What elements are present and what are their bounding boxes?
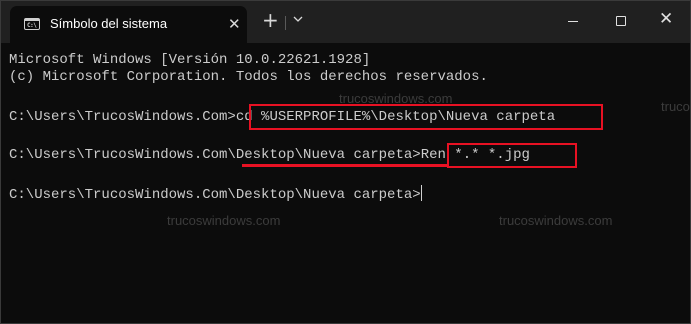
watermark: trucoswindows.com — [499, 213, 613, 228]
highlight-box-command-2 — [447, 143, 577, 168]
prompt-2-base: C:\Users\TrucosWindows.Com — [9, 147, 228, 163]
tab-title: Símbolo del sistema — [50, 16, 168, 31]
chevron-down-icon[interactable] — [293, 15, 303, 23]
prompt-2-end: > — [412, 147, 421, 163]
prompt-2-path: \Desktop\Nueva carpeta — [227, 147, 413, 163]
tab-separator — [285, 16, 286, 30]
close-icon[interactable]: ✕ — [659, 9, 673, 29]
watermark: trucoswindows.com — [661, 99, 690, 114]
maximize-icon[interactable] — [616, 16, 626, 26]
new-tab-button[interactable]: + — [262, 10, 279, 30]
close-tab-icon[interactable]: ✕ — [228, 15, 241, 33]
title-bar: C:\ Símbolo del sistema ✕ + ✕ — [1, 1, 690, 43]
header-line-2: (c) Microsoft Corporation. Todos los der… — [9, 69, 488, 85]
header-line-1: Microsoft Windows [Versión 10.0.22621.19… — [9, 52, 371, 68]
tab-cmd[interactable]: C:\ Símbolo del sistema ✕ — [10, 6, 247, 43]
minimize-icon[interactable] — [568, 21, 578, 22]
text-cursor — [420, 185, 422, 201]
highlight-box-command-1 — [249, 104, 603, 130]
command-line-3: C:\Users\TrucosWindows.Com\Desktop\Nueva… — [9, 185, 422, 204]
terminal-output[interactable]: trucoswindows.com trucoswindows.com truc… — [1, 43, 690, 323]
terminal-window: C:\ Símbolo del sistema ✕ + ✕ trucoswind… — [0, 0, 691, 324]
prompt-3: C:\Users\TrucosWindows.Com\Desktop\Nueva… — [9, 187, 421, 203]
prompt-1: C:\Users\TrucosWindows.Com> — [9, 109, 236, 125]
cmd-icon: C:\ — [24, 18, 40, 30]
highlight-underline-path — [242, 164, 448, 167]
watermark: trucoswindows.com — [167, 213, 281, 228]
